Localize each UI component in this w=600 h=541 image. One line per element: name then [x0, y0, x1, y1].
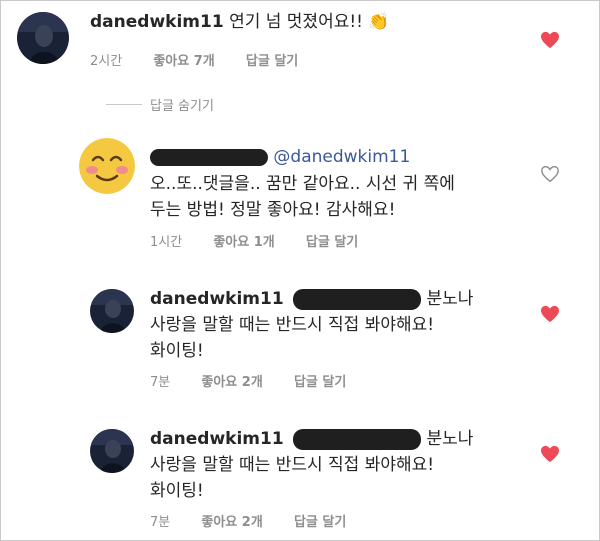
heart-icon[interactable]	[540, 305, 560, 323]
divider	[106, 104, 142, 105]
reply-text-line-1: 오..또..댓글을.. 꿈만 같아요.. 시선 귀 쪽에	[150, 174, 455, 194]
reply-text-line-3: 화이팅!	[150, 341, 204, 361]
likes-count[interactable]: 좋아요 2개	[201, 515, 262, 530]
reply-text-line-3: 화이팅!	[150, 481, 204, 501]
reply-text-line-1: 분노나	[426, 429, 474, 449]
hide-replies-button[interactable]: 답글 숨기기	[150, 95, 214, 114]
heart-icon[interactable]	[540, 445, 560, 463]
comment-time: 1시간	[150, 235, 183, 250]
avatar[interactable]	[17, 12, 69, 64]
likes-count[interactable]: 좋아요 7개	[153, 54, 214, 69]
redacted-username	[150, 148, 268, 166]
comment-time: 2시간	[90, 54, 123, 69]
comment-username[interactable]: danedwkim11	[90, 12, 224, 32]
heart-outline-icon[interactable]	[540, 165, 560, 183]
reply-button[interactable]: 답글 달기	[294, 515, 346, 530]
avatar[interactable]	[90, 429, 134, 473]
mention-link[interactable]: @danedwkim11	[273, 147, 410, 167]
reply-text-line-2: 사랑을 말할 때는 반드시 직접 봐야해요!	[150, 455, 435, 475]
reply-text-line-1: 분노나	[426, 289, 474, 309]
comment-text: 연기 넘 멋졌어요!!	[229, 12, 363, 32]
reply-button[interactable]: 답글 달기	[306, 235, 358, 250]
clap-emoji-icon: 👏	[368, 12, 390, 32]
emoji-avatar[interactable]	[79, 138, 135, 194]
reply-text-line-2: 사랑을 말할 때는 반드시 직접 봐야해요!	[150, 315, 435, 335]
avatar[interactable]	[90, 289, 134, 333]
redacted-mention	[293, 288, 422, 310]
comment-time: 7분	[150, 515, 171, 530]
reply-button[interactable]: 답글 달기	[294, 375, 346, 390]
heart-icon[interactable]	[540, 31, 560, 49]
reply-text-line-2: 두는 방법! 정말 좋아요! 감사해요!	[150, 200, 396, 220]
comment-username[interactable]: danedwkim11	[150, 429, 284, 449]
likes-count[interactable]: 좋아요 2개	[201, 375, 262, 390]
likes-count[interactable]: 좋아요 1개	[213, 235, 274, 250]
redacted-mention	[293, 428, 422, 450]
reply-button[interactable]: 답글 달기	[246, 54, 298, 69]
comment-time: 7분	[150, 375, 171, 390]
comment-username[interactable]: danedwkim11	[150, 289, 284, 309]
